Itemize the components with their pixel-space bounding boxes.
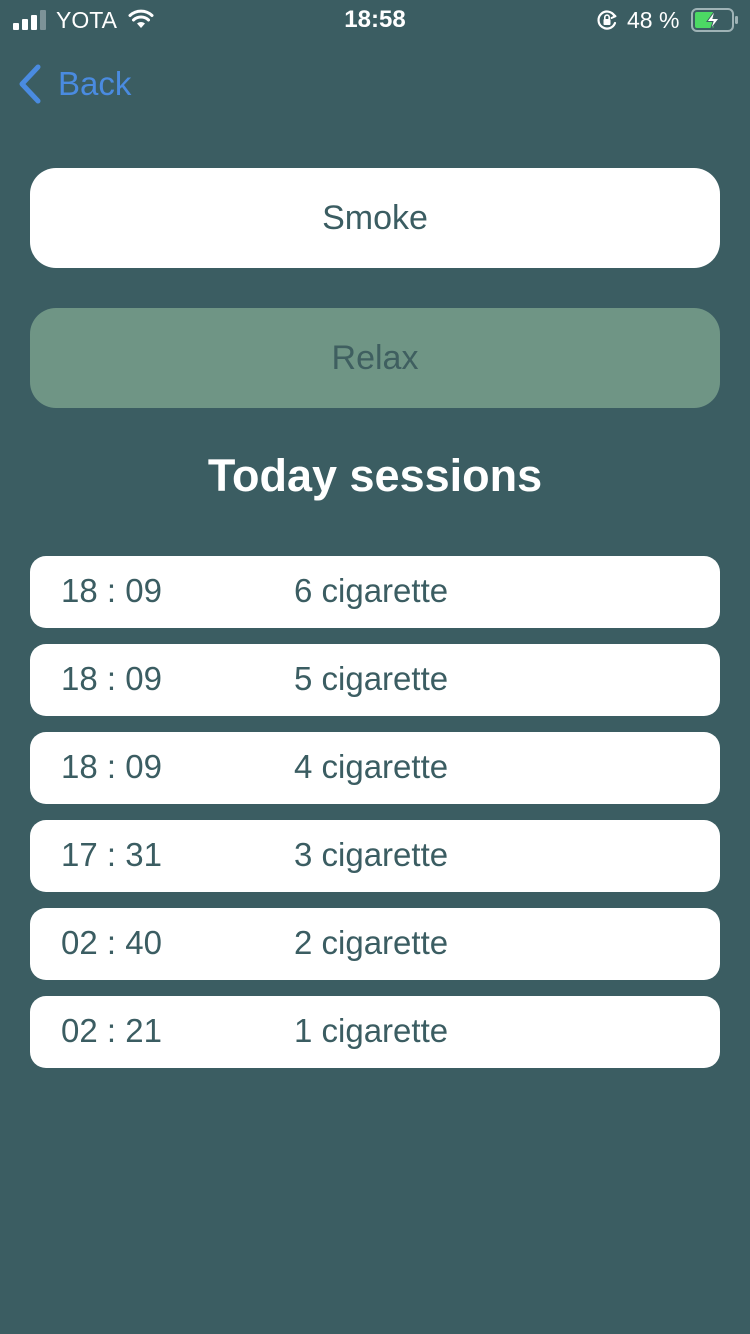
battery-percent: 48 % bbox=[627, 7, 680, 33]
session-row[interactable]: 18 : 09 6 cigarette bbox=[30, 556, 720, 628]
relax-label: Relax bbox=[331, 338, 419, 377]
session-label: 5 cigarette bbox=[294, 660, 449, 697]
smoke-label: Smoke bbox=[322, 198, 428, 237]
session-label: 1 cigarette bbox=[294, 1012, 449, 1049]
session-label: 6 cigarette bbox=[294, 572, 449, 609]
smoke-button[interactable]: Smoke bbox=[30, 168, 720, 268]
session-time: 18 : 09 bbox=[61, 748, 162, 785]
session-row[interactable]: 18 : 09 4 cigarette bbox=[30, 732, 720, 804]
session-list: 18 : 09 6 cigarette 18 : 09 5 cigarette … bbox=[30, 556, 720, 1084]
session-row[interactable]: 02 : 21 1 cigarette bbox=[30, 996, 720, 1068]
status-bar: YOTA 18:58 48 % bbox=[0, 0, 750, 40]
battery-charging-icon bbox=[691, 8, 738, 32]
session-row[interactable]: 02 : 40 2 cigarette bbox=[30, 908, 720, 980]
session-time: 17 : 31 bbox=[61, 836, 162, 873]
session-row[interactable]: 18 : 09 5 cigarette bbox=[30, 644, 720, 716]
session-label: 3 cigarette bbox=[294, 836, 449, 873]
session-label: 2 cigarette bbox=[294, 924, 449, 961]
session-time: 02 : 21 bbox=[61, 1012, 162, 1049]
session-row[interactable]: 17 : 31 3 cigarette bbox=[30, 820, 720, 892]
sessions-title: Today sessions bbox=[207, 450, 543, 501]
relax-button[interactable]: Relax bbox=[30, 308, 720, 408]
session-time: 18 : 09 bbox=[61, 572, 162, 609]
chevron-left-icon bbox=[19, 64, 41, 104]
back-label: Back bbox=[58, 65, 132, 102]
session-time: 18 : 09 bbox=[61, 660, 162, 697]
back-button[interactable]: Back bbox=[16, 62, 131, 106]
orientation-lock-icon bbox=[597, 10, 617, 30]
session-time: 02 : 40 bbox=[61, 924, 162, 961]
session-label: 4 cigarette bbox=[294, 748, 449, 785]
